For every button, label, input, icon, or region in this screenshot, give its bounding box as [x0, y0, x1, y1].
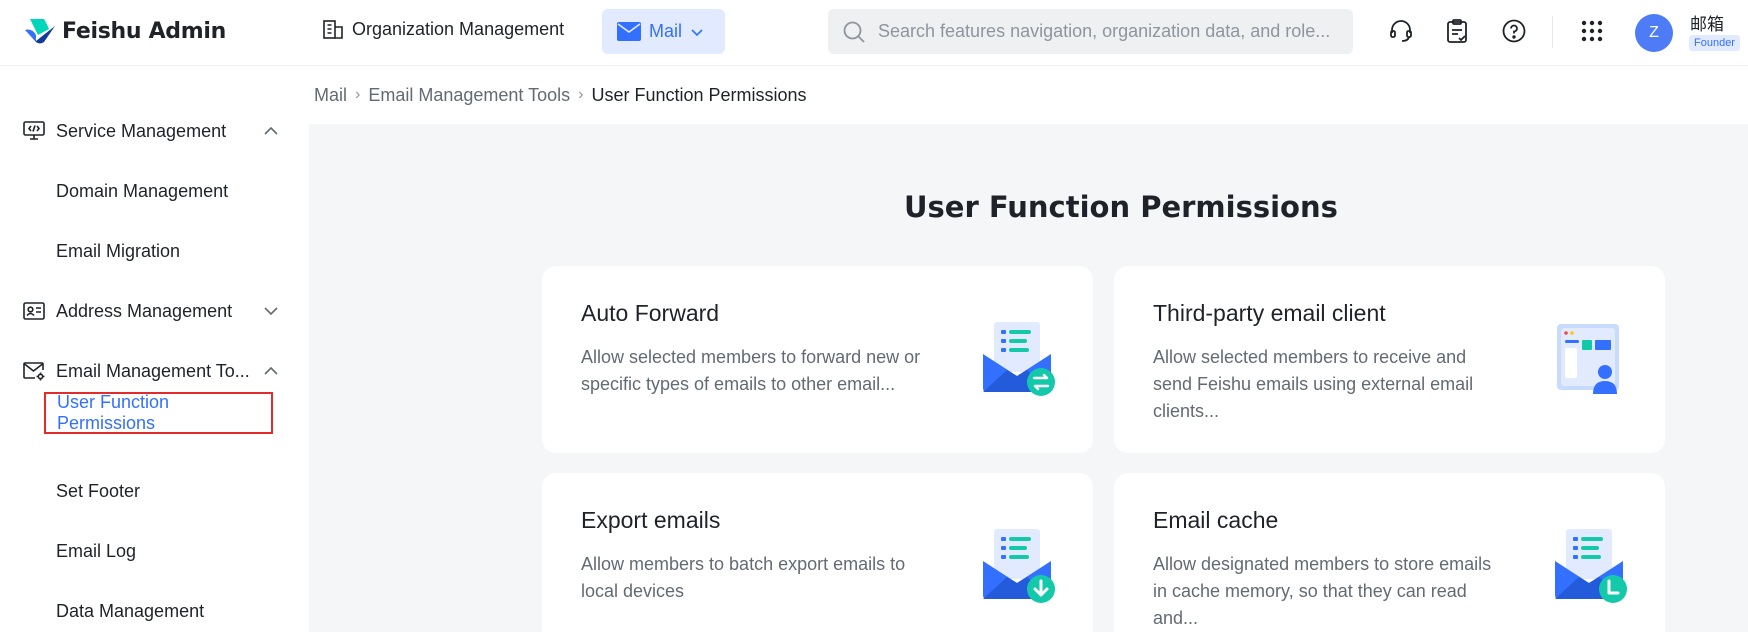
chevron-right-icon: › — [355, 86, 361, 103]
card-description: Allow designated members to store emails… — [1153, 554, 1492, 628]
mail-cache-icon — [1555, 529, 1627, 603]
card-title: Third-party email client — [1153, 300, 1386, 326]
clipboard-icon[interactable] — [1443, 17, 1471, 45]
sidebar-item-address-management[interactable]: Address Management — [0, 291, 309, 331]
sidebar-item-label: User Function Permissions — [57, 392, 170, 433]
sidebar-item-label: Service Management — [56, 120, 227, 141]
card-export-emails[interactable]: Export emails Allow members to batch exp… — [542, 473, 1093, 632]
mail-icon — [617, 22, 641, 41]
chevron-down-icon — [264, 307, 278, 316]
page-title-text: User Function Permissions — [904, 190, 1338, 224]
sidebar-item-label: Email Migration — [56, 240, 181, 261]
card-third-party-email-client[interactable]: Third-party email client Allow selected … — [1114, 266, 1665, 453]
card-title: Email cache — [1153, 507, 1279, 533]
sidebar-item-label: Set Footer — [56, 480, 141, 501]
card-email-cache[interactable]: Email cache Allow designated members to … — [1114, 473, 1665, 632]
card-description: Allow selected members to receive and se… — [1153, 347, 1474, 421]
sidebar-item-domain-management[interactable]: Domain Management — [0, 171, 309, 211]
help-icon[interactable] — [1500, 17, 1528, 45]
app-logo[interactable]: Feishu Admin — [22, 16, 226, 46]
mail-settings-icon — [23, 362, 45, 381]
card-description: Allow selected members to forward new or… — [581, 347, 921, 394]
organization-management-link[interactable]: Organization Management — [322, 18, 564, 40]
sidebar-item-email-log[interactable]: Email Log — [0, 531, 309, 571]
user-name: 邮箱 — [1690, 15, 1724, 35]
mail-dropdown[interactable]: Mail — [602, 9, 725, 54]
sidebar-item-set-footer[interactable]: Set Footer — [0, 471, 309, 511]
search-icon — [843, 21, 865, 43]
sidebar-item-user-function-permissions[interactable]: User Function Permissions — [44, 392, 273, 434]
sidebar-item-email-management-tools[interactable]: Email Management To... — [0, 351, 309, 391]
app-name: Feishu Admin — [62, 18, 226, 44]
top-header: Feishu Admin Organization Management Mai… — [0, 0, 1748, 66]
header-divider — [1552, 16, 1553, 48]
sidebar-item-label: Address Management — [56, 300, 233, 321]
feishu-logo-icon — [25, 19, 55, 44]
sidebar-item-label: Domain Management — [56, 180, 229, 201]
card-title: Auto Forward — [581, 300, 720, 326]
user-role-badge: Founder — [1689, 35, 1740, 51]
avatar[interactable]: Z — [1635, 14, 1673, 52]
sidebar-item-service-management[interactable]: Service Management — [0, 111, 309, 151]
headset-icon[interactable] — [1387, 17, 1415, 45]
monitor-icon — [23, 121, 45, 140]
main-content: Mail › Email Management Tools › User Fun… — [309, 66, 1748, 632]
chevron-up-icon — [264, 126, 278, 135]
sidebar-item-label: Email Management To... — [56, 360, 250, 381]
contact-card-icon — [23, 302, 45, 320]
chevron-right-icon: › — [578, 86, 584, 103]
email-client-icon — [1557, 324, 1619, 394]
mail-forward-icon — [983, 322, 1055, 396]
chevron-up-icon — [264, 366, 278, 375]
avatar-letter: Z — [1649, 24, 1659, 41]
sidebar: Service Management Domain Management Ema… — [0, 66, 309, 632]
sidebar-item-label: Data Management — [56, 600, 205, 621]
chevron-down-icon — [691, 28, 703, 36]
search-bar[interactable] — [828, 9, 1353, 54]
breadcrumb-item-mail[interactable]: Mail — [314, 85, 347, 106]
building-icon — [323, 20, 343, 39]
card-title: Export emails — [581, 507, 721, 533]
sidebar-item-email-migration[interactable]: Email Migration — [0, 231, 309, 271]
organization-management-label: Organization Management — [352, 18, 565, 39]
search-input[interactable] — [878, 21, 1338, 42]
card-auto-forward[interactable]: Auto Forward Allow selected members to f… — [542, 266, 1093, 453]
breadcrumb-item-email-management-tools[interactable]: Email Management Tools — [368, 85, 570, 106]
sidebar-item-data-management[interactable]: Data Management — [0, 591, 309, 631]
card-description: Allow members to batch export emails to … — [581, 554, 906, 601]
mail-export-icon — [983, 529, 1055, 603]
mail-dropdown-label: Mail — [649, 21, 683, 41]
breadcrumb: Mail › Email Management Tools › User Fun… — [309, 66, 1748, 124]
apps-grid-icon[interactable] — [1578, 17, 1606, 45]
sidebar-item-label: Email Log — [56, 540, 137, 561]
breadcrumb-item-current: User Function Permissions — [591, 84, 807, 105]
